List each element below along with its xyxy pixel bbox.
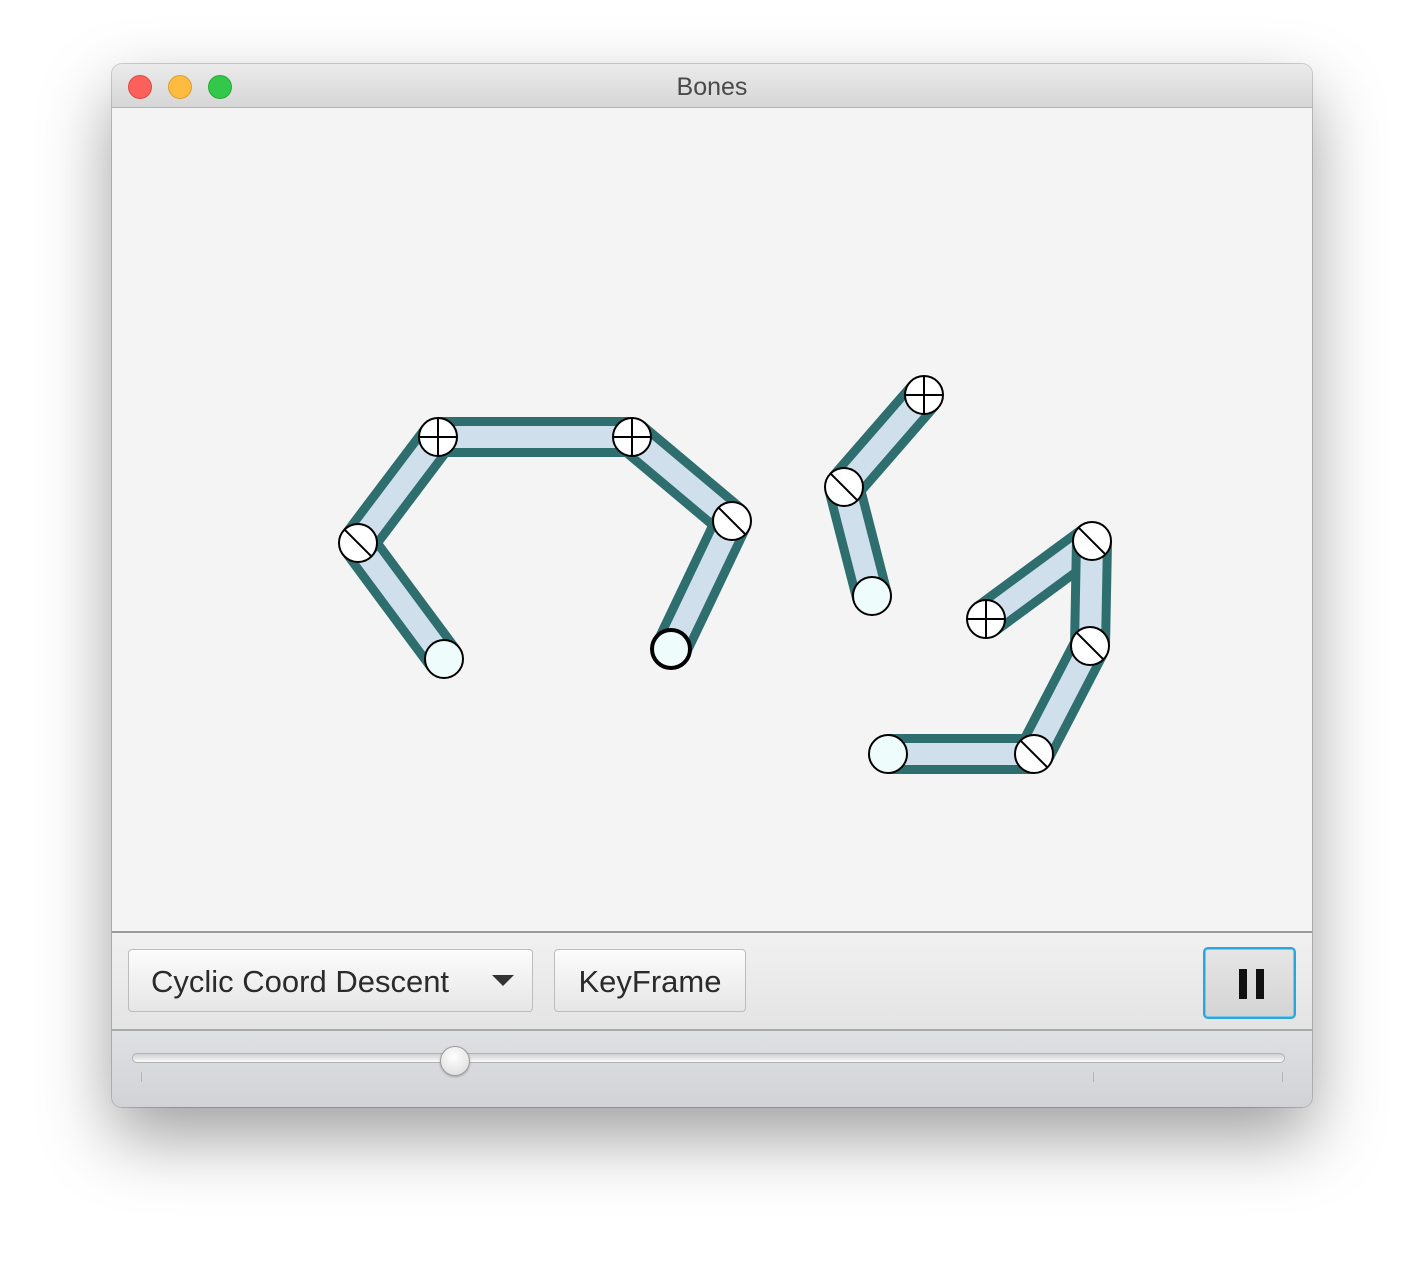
end-effector <box>852 576 892 616</box>
pin-joint-icon <box>824 467 864 507</box>
timeline-slider-track[interactable] <box>132 1053 1285 1063</box>
solver-select[interactable]: Cyclic Coord Descent <box>128 949 533 1012</box>
pin-joint-icon <box>338 523 378 563</box>
bone <box>349 536 453 666</box>
pin-joint-icon <box>1072 521 1112 561</box>
skeleton-3[interactable] <box>868 521 1112 774</box>
toolbar: Cyclic Coord Descent KeyFrame <box>112 931 1312 1031</box>
timeline-tick <box>1282 1072 1283 1082</box>
timeline-slider-thumb[interactable] <box>439 1046 470 1076</box>
anchor-joint-icon <box>418 417 458 457</box>
keyframe-button-label: KeyFrame <box>578 964 722 999</box>
pin-joint-icon <box>1070 626 1110 666</box>
pause-icon-right-bar <box>1256 969 1264 999</box>
skeleton-1[interactable] <box>338 417 752 679</box>
window-title: Bones <box>676 73 748 101</box>
pin-joint-icon <box>1014 734 1054 774</box>
solver-select-label: Cyclic Coord Descent <box>151 964 450 999</box>
end-effector <box>868 734 908 774</box>
timeline-panel <box>112 1031 1312 1107</box>
end-effector <box>424 639 464 679</box>
bones-canvas[interactable] <box>112 108 1312 931</box>
chevron-down-icon <box>492 975 514 986</box>
selected-end-effector <box>650 628 692 670</box>
bones-drawing[interactable] <box>112 108 1312 931</box>
title-bar: Bones <box>112 64 1312 108</box>
skeleton-2[interactable] <box>824 375 944 616</box>
pause-icon-left-bar <box>1239 969 1247 999</box>
timeline-tick <box>1093 1072 1094 1082</box>
keyframe-button[interactable]: KeyFrame <box>554 949 746 1012</box>
pause-button[interactable] <box>1203 947 1296 1019</box>
anchor-joint-icon <box>612 417 652 457</box>
app-window: Bones Cyclic Coord Descent KeyFrame <box>112 64 1312 1107</box>
timeline-tick <box>141 1072 142 1082</box>
anchor-joint-icon <box>904 375 944 415</box>
anchor-joint-icon <box>966 599 1006 639</box>
pin-joint-icon <box>712 501 752 541</box>
